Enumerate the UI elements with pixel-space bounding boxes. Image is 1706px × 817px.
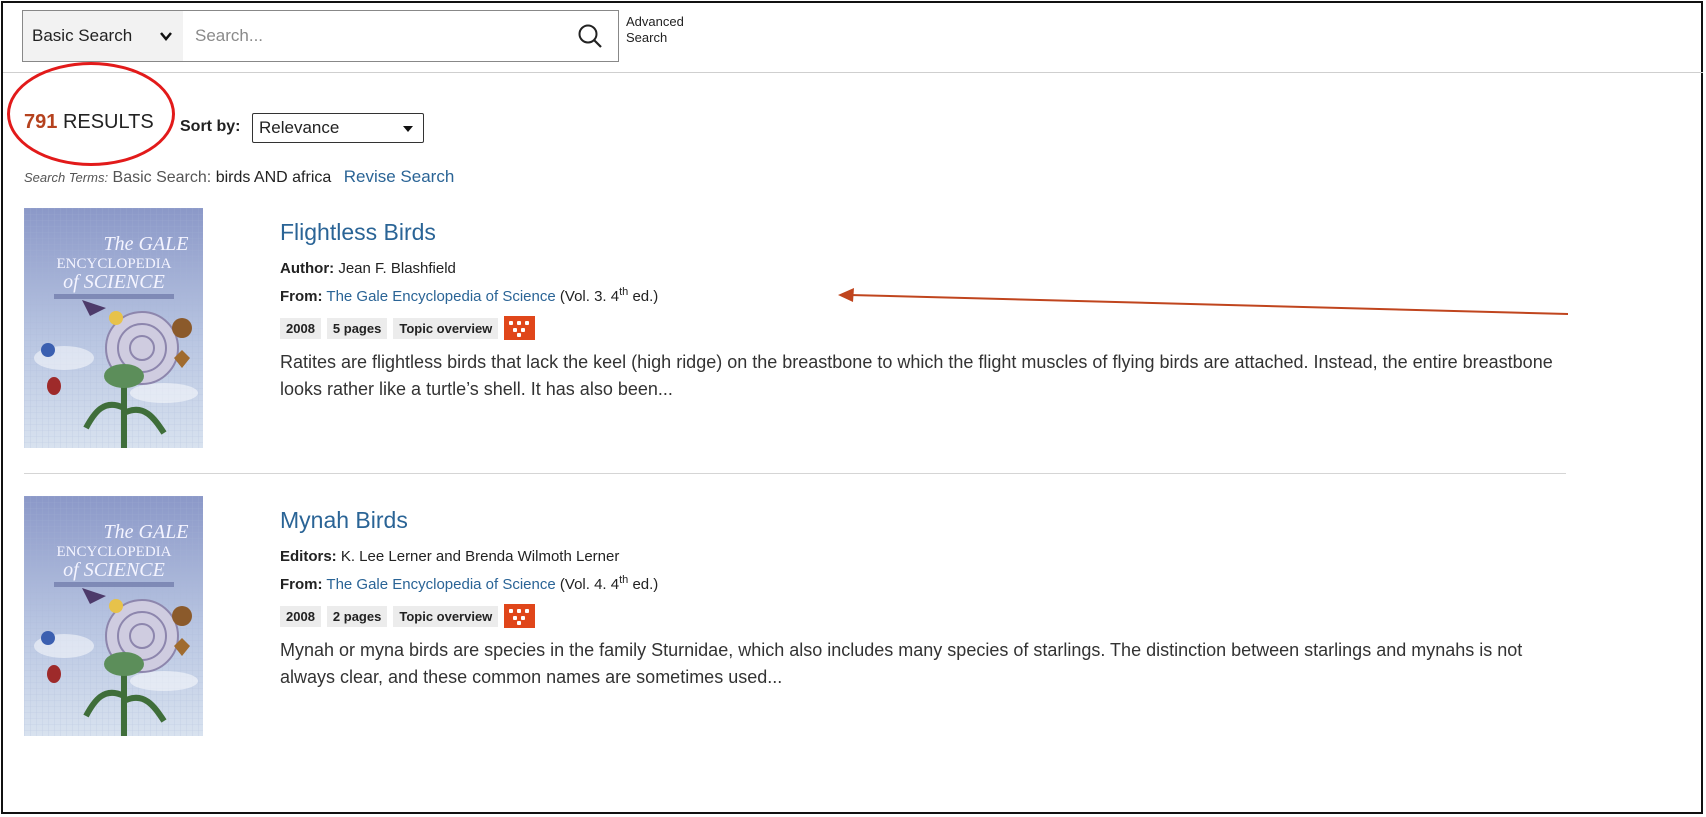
annotation-arrow bbox=[838, 288, 1569, 315]
